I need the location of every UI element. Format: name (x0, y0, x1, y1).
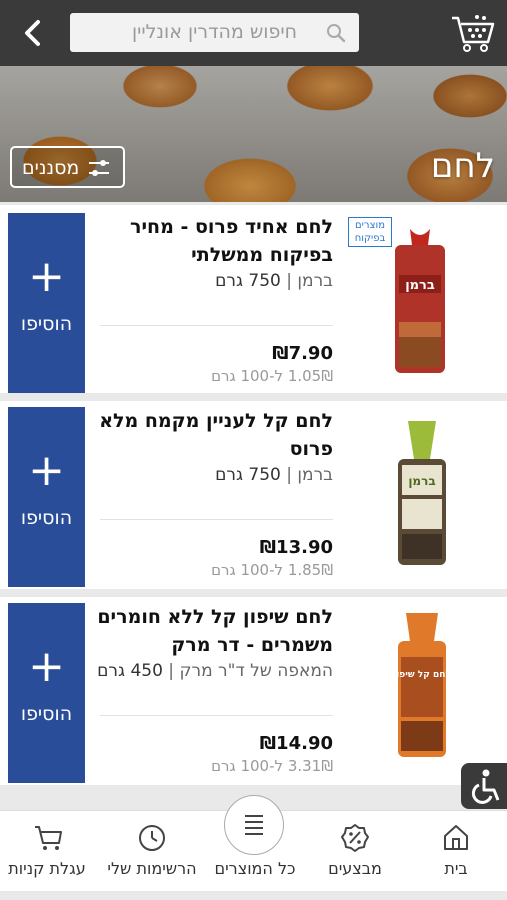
nav-cart-label: עגלת קניות (8, 859, 86, 878)
search-input[interactable]: חיפוש מהדרין אונליין (70, 13, 359, 52)
divider (100, 715, 333, 716)
svg-text:ברמן: ברמן (405, 278, 435, 293)
nav-home-label: בית (444, 859, 468, 878)
add-label: הוסיפו (20, 313, 73, 335)
clock-icon (139, 825, 165, 851)
shopping-cart-icon (35, 826, 62, 850)
product-name[interactable]: לחם שיפון קל ללא חומרים משמרים - דר מרק (93, 603, 333, 659)
divider (100, 325, 333, 326)
product-brand-weight: ברמן | 750 גרם (215, 465, 333, 485)
product-price: ₪7.90 (272, 343, 333, 364)
cart-icon[interactable] (448, 10, 496, 54)
home-icon (444, 825, 468, 850)
product-brand-weight: ברמן | 750 גרם (215, 271, 333, 291)
product-weight: 450 גרם (97, 661, 163, 681)
product-brand: ברמן (297, 271, 333, 291)
list-icon (245, 815, 263, 835)
category-title: לחם (430, 146, 495, 186)
nav-home[interactable]: בית (416, 811, 496, 891)
search-placeholder: חיפוש מהדרין אונליין (131, 21, 297, 43)
percent-badge-icon (341, 824, 369, 852)
add-to-cart-button[interactable]: + הוסיפו (8, 603, 85, 783)
add-to-cart-button[interactable]: + הוסיפו (8, 407, 85, 587)
nav-all-products-label: כל המוצרים (214, 859, 296, 878)
unit-price: 1.85₪ ל-100 גרם (211, 561, 333, 579)
product-weight: 750 גרם (215, 271, 281, 291)
search-icon[interactable] (325, 22, 347, 44)
plus-icon: + (28, 251, 65, 302)
product-card: + הוסיפו לחם שיפון קל ללא חומרים משמרים … (0, 597, 507, 785)
nav-deals-label: מבצעים (328, 859, 382, 878)
nav-deals[interactable]: מבצעים (310, 811, 400, 891)
svg-text:ברמן: ברמן (408, 474, 435, 488)
category-banner: מסננים לחם (0, 66, 507, 202)
all-products-circle-button[interactable] (224, 795, 284, 855)
product-name[interactable]: לחם אחיד פרוס - מחיר בפיקוח ממשלתי (93, 213, 333, 269)
product-weight: 750 גרם (215, 465, 281, 485)
product-image[interactable]: לחם קל שיפון (392, 611, 452, 761)
filters-label: מסננים (22, 157, 80, 179)
filters-button[interactable]: מסננים (10, 146, 125, 188)
product-brand-weight: המאפה של ד"ר מרק | 450 גרם (97, 661, 333, 681)
plus-icon: + (28, 445, 65, 496)
add-to-cart-button[interactable]: + הוסיפו (8, 213, 85, 393)
top-bar: חיפוש מהדרין אונליין (0, 0, 507, 66)
plus-icon: + (28, 641, 65, 692)
product-image[interactable]: ברמן (390, 227, 450, 377)
product-card: + הוסיפו לחם אחיד פרוס - מחיר בפיקוח ממש… (0, 205, 507, 393)
accessibility-button[interactable] (461, 763, 507, 809)
product-brand: המאפה של ד"ר מרק (179, 661, 333, 681)
product-name[interactable]: לחם קל לעניין מקמח מלא פרוס (93, 407, 333, 463)
add-label: הוסיפו (20, 703, 73, 725)
nav-my-lists-label: הרשימות שלי (107, 859, 197, 878)
accessibility-icon (471, 769, 500, 804)
product-price: ₪13.90 (259, 537, 333, 558)
add-label: הוסיפו (20, 507, 73, 529)
product-image[interactable]: ברמן (392, 419, 452, 569)
svg-text:לחם קל שיפון: לחם קל שיפון (393, 670, 451, 680)
nav-cart[interactable]: עגלת קניות (0, 811, 94, 891)
sliders-icon (89, 160, 109, 176)
nav-my-lists[interactable]: הרשימות שלי (102, 811, 202, 891)
back-arrow-icon[interactable] (18, 16, 48, 50)
price-control-badge: מוצרים בפיקוח (348, 217, 392, 247)
unit-price: 1.05₪ ל-100 גרם (211, 367, 333, 385)
unit-price: 3.31₪ ל-100 גרם (211, 757, 333, 775)
product-price: ₪14.90 (259, 733, 333, 754)
product-card: + הוסיפו לחם קל לעניין מקמח מלא פרוס ברמ… (0, 401, 507, 589)
product-brand: ברמן (297, 465, 333, 485)
divider (100, 519, 333, 520)
